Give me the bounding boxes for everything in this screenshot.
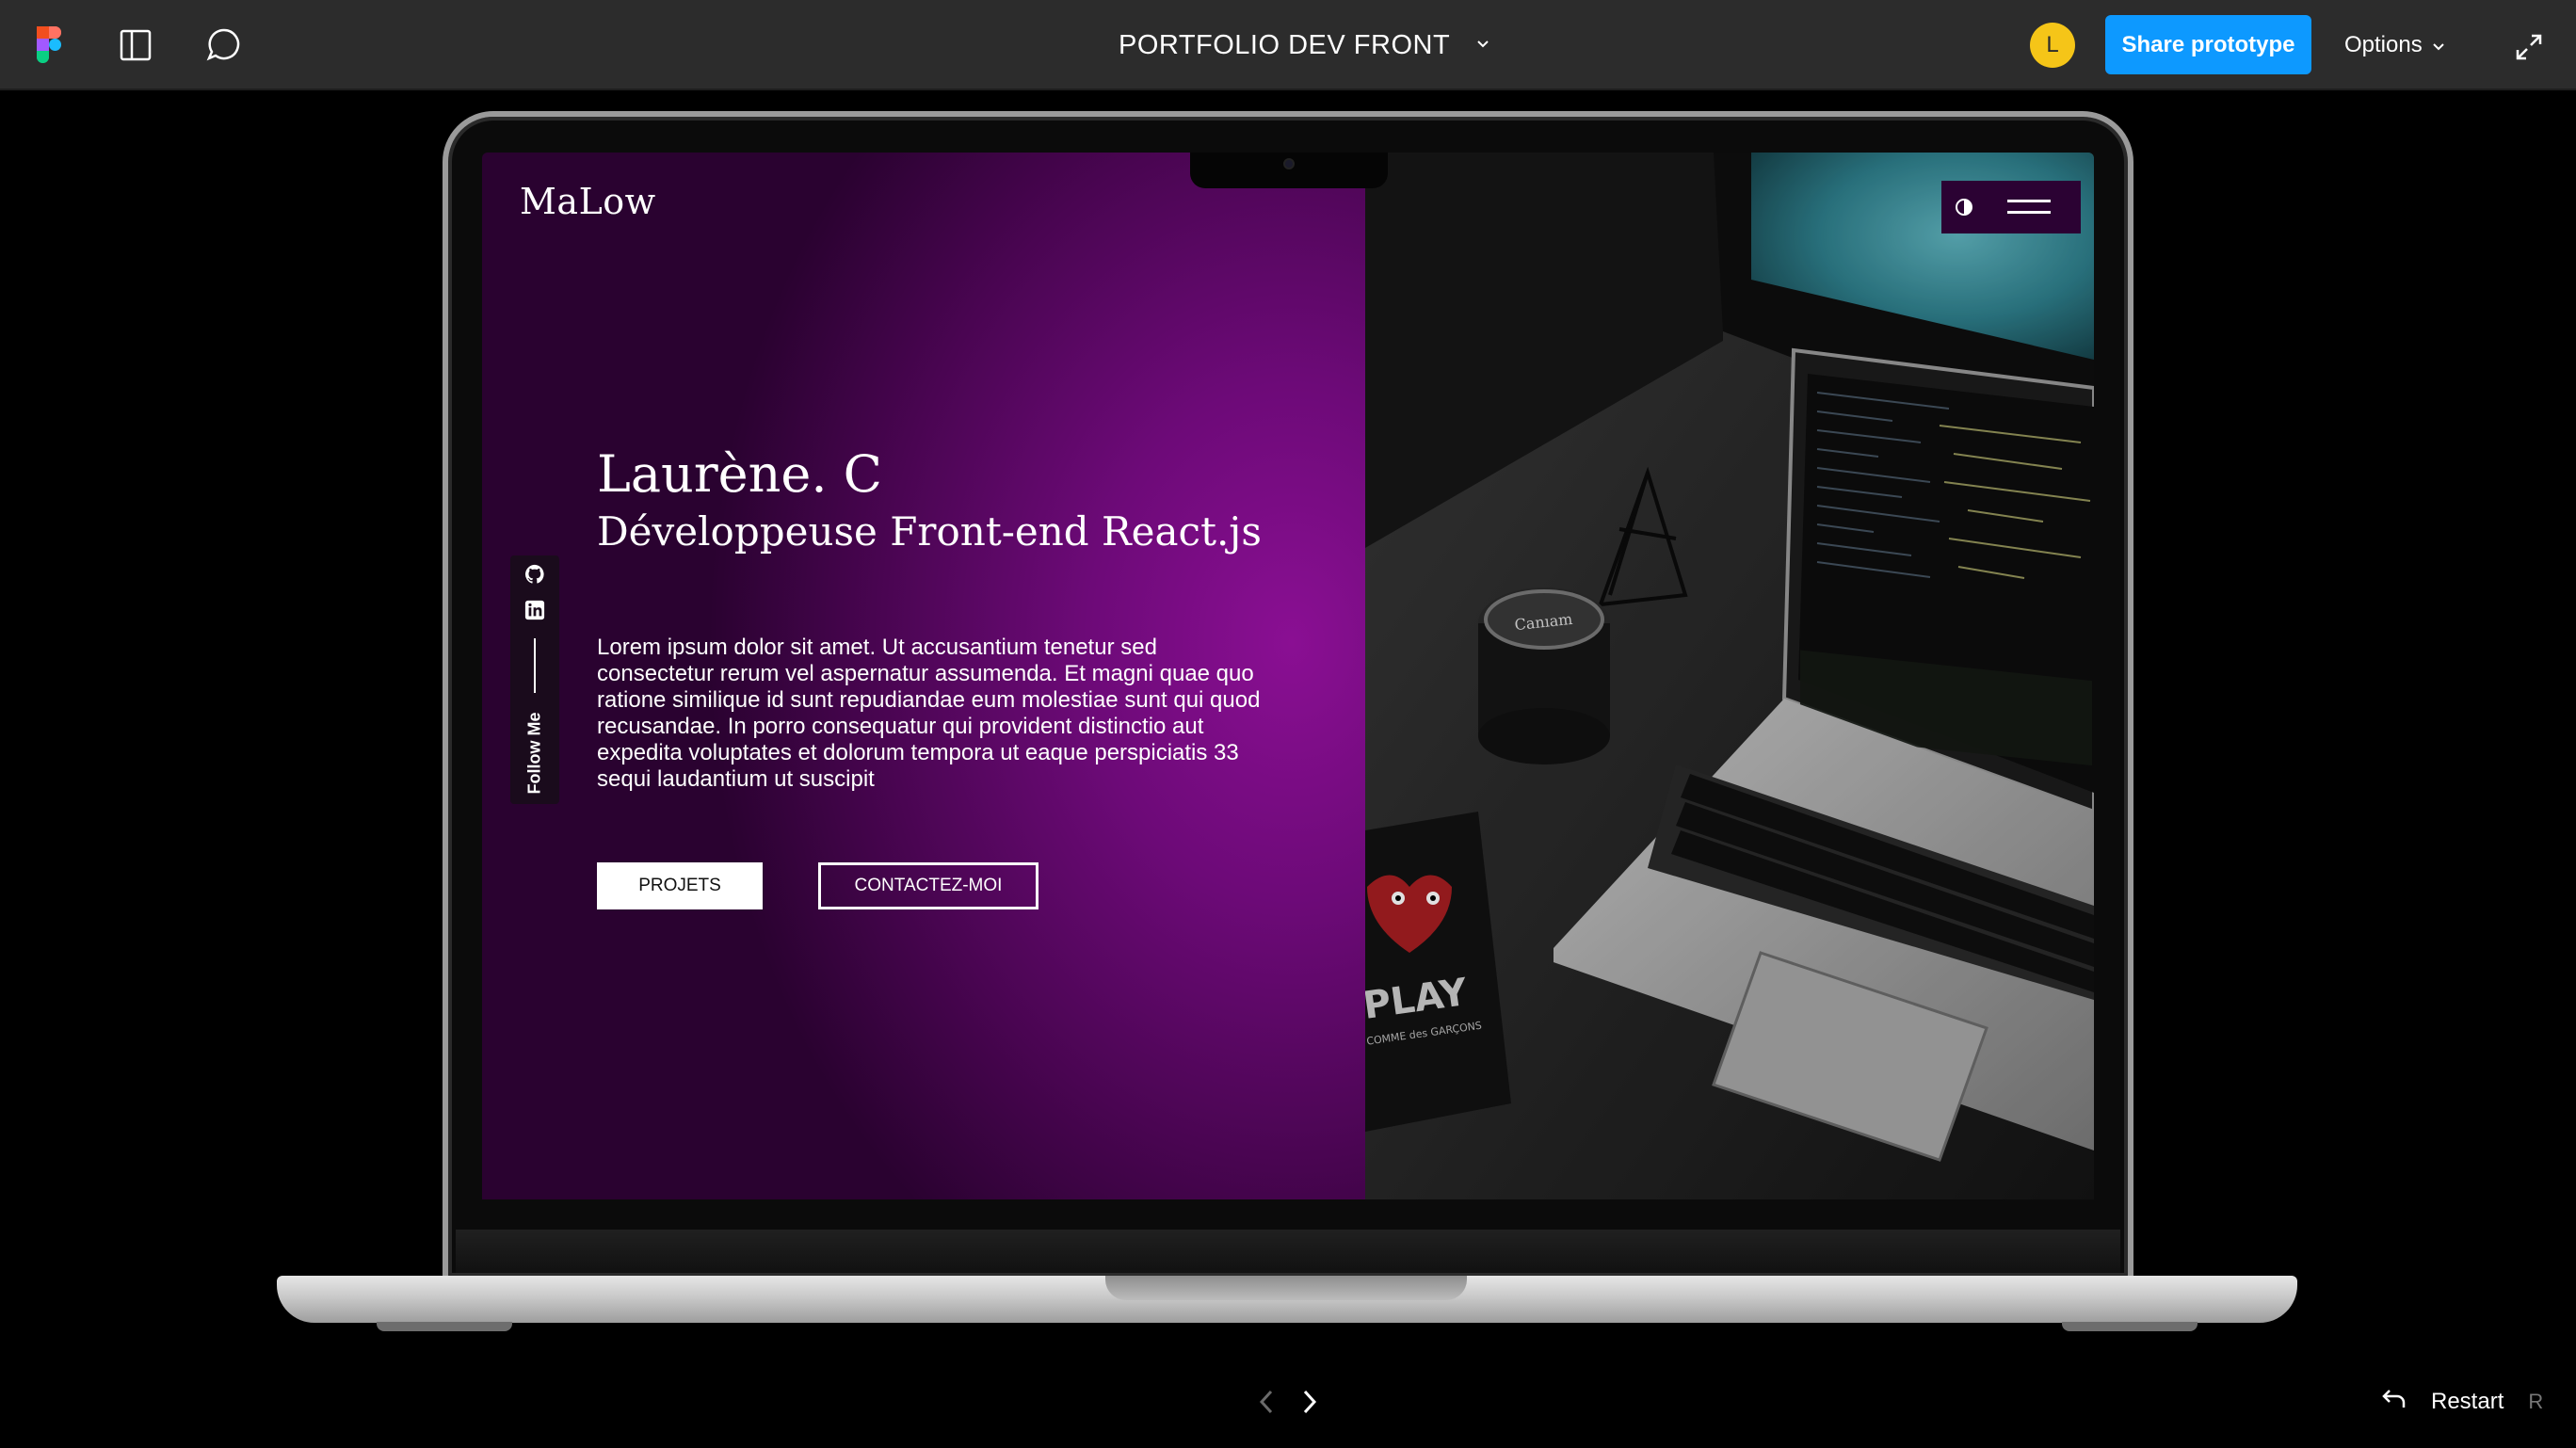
options-button[interactable]: Options xyxy=(2344,26,2445,64)
restart-label: Restart xyxy=(2431,1389,2504,1414)
options-label: Options xyxy=(2344,32,2423,57)
hero-intro: Lorem ipsum dolor sit amet. Ut accusanti… xyxy=(597,635,1261,792)
projects-button[interactable]: PROJETS xyxy=(597,862,763,909)
comment-icon[interactable] xyxy=(201,23,247,68)
panel-icon[interactable] xyxy=(113,23,158,68)
contrast-icon[interactable] xyxy=(1951,194,1977,220)
follow-divider xyxy=(534,638,536,693)
file-title-label: PORTFOLIO DEV FRONT xyxy=(1119,29,1451,60)
brand-logo[interactable]: MaLow xyxy=(520,181,656,222)
figma-toolbar: PORTFOLIO DEV FRONT L Share prototype Op… xyxy=(0,0,2576,90)
restart-shortcut: R xyxy=(2528,1390,2544,1413)
site-nav xyxy=(1941,181,2081,233)
menu-icon[interactable] xyxy=(2007,198,2051,217)
expand-icon[interactable] xyxy=(2508,26,2550,68)
laptop-foot-left xyxy=(377,1322,512,1331)
hero-name: Laurène. C xyxy=(597,444,882,504)
follow-me-bar: Follow Me xyxy=(510,555,559,804)
hero-panel: MaLow Laurène. C Développeuse Front-end … xyxy=(482,153,1365,1199)
follow-me-label: Follow Me xyxy=(524,712,544,795)
avatar[interactable]: L xyxy=(2030,23,2075,68)
share-prototype-button[interactable]: Share prototype xyxy=(2105,15,2311,74)
chevron-down-icon xyxy=(2432,32,2445,58)
file-title[interactable]: PORTFOLIO DEV FRONT xyxy=(1119,26,1489,64)
portfolio-screen: MaLow Laurène. C Développeuse Front-end … xyxy=(482,153,2094,1199)
restart-icon xyxy=(2382,1389,2407,1416)
github-icon[interactable] xyxy=(523,563,546,586)
laptop-chin xyxy=(456,1230,2120,1273)
laptop-base-notch xyxy=(1105,1276,1467,1300)
hero-photo: Canıam PLAY COMME des GARÇONS xyxy=(1365,153,2094,1199)
restart-button[interactable]: Restart R xyxy=(2382,1386,2543,1418)
figma-logo-icon[interactable] xyxy=(26,23,72,68)
contact-button[interactable]: CONTACTEZ-MOI xyxy=(818,862,1038,909)
linkedin-icon[interactable] xyxy=(523,599,546,621)
camera-notch xyxy=(1190,153,1388,188)
desk-photo-illustration: Canıam PLAY COMME des GARÇONS xyxy=(1365,153,2094,1199)
chevron-down-icon xyxy=(1476,37,1489,54)
hero-role: Développeuse Front-end React.js xyxy=(597,508,1262,555)
camera-icon xyxy=(1283,158,1295,169)
chevron-right-icon[interactable] xyxy=(1296,1386,1324,1418)
laptop-foot-right xyxy=(2062,1322,2198,1331)
chevron-left-icon[interactable] xyxy=(1252,1386,1280,1418)
